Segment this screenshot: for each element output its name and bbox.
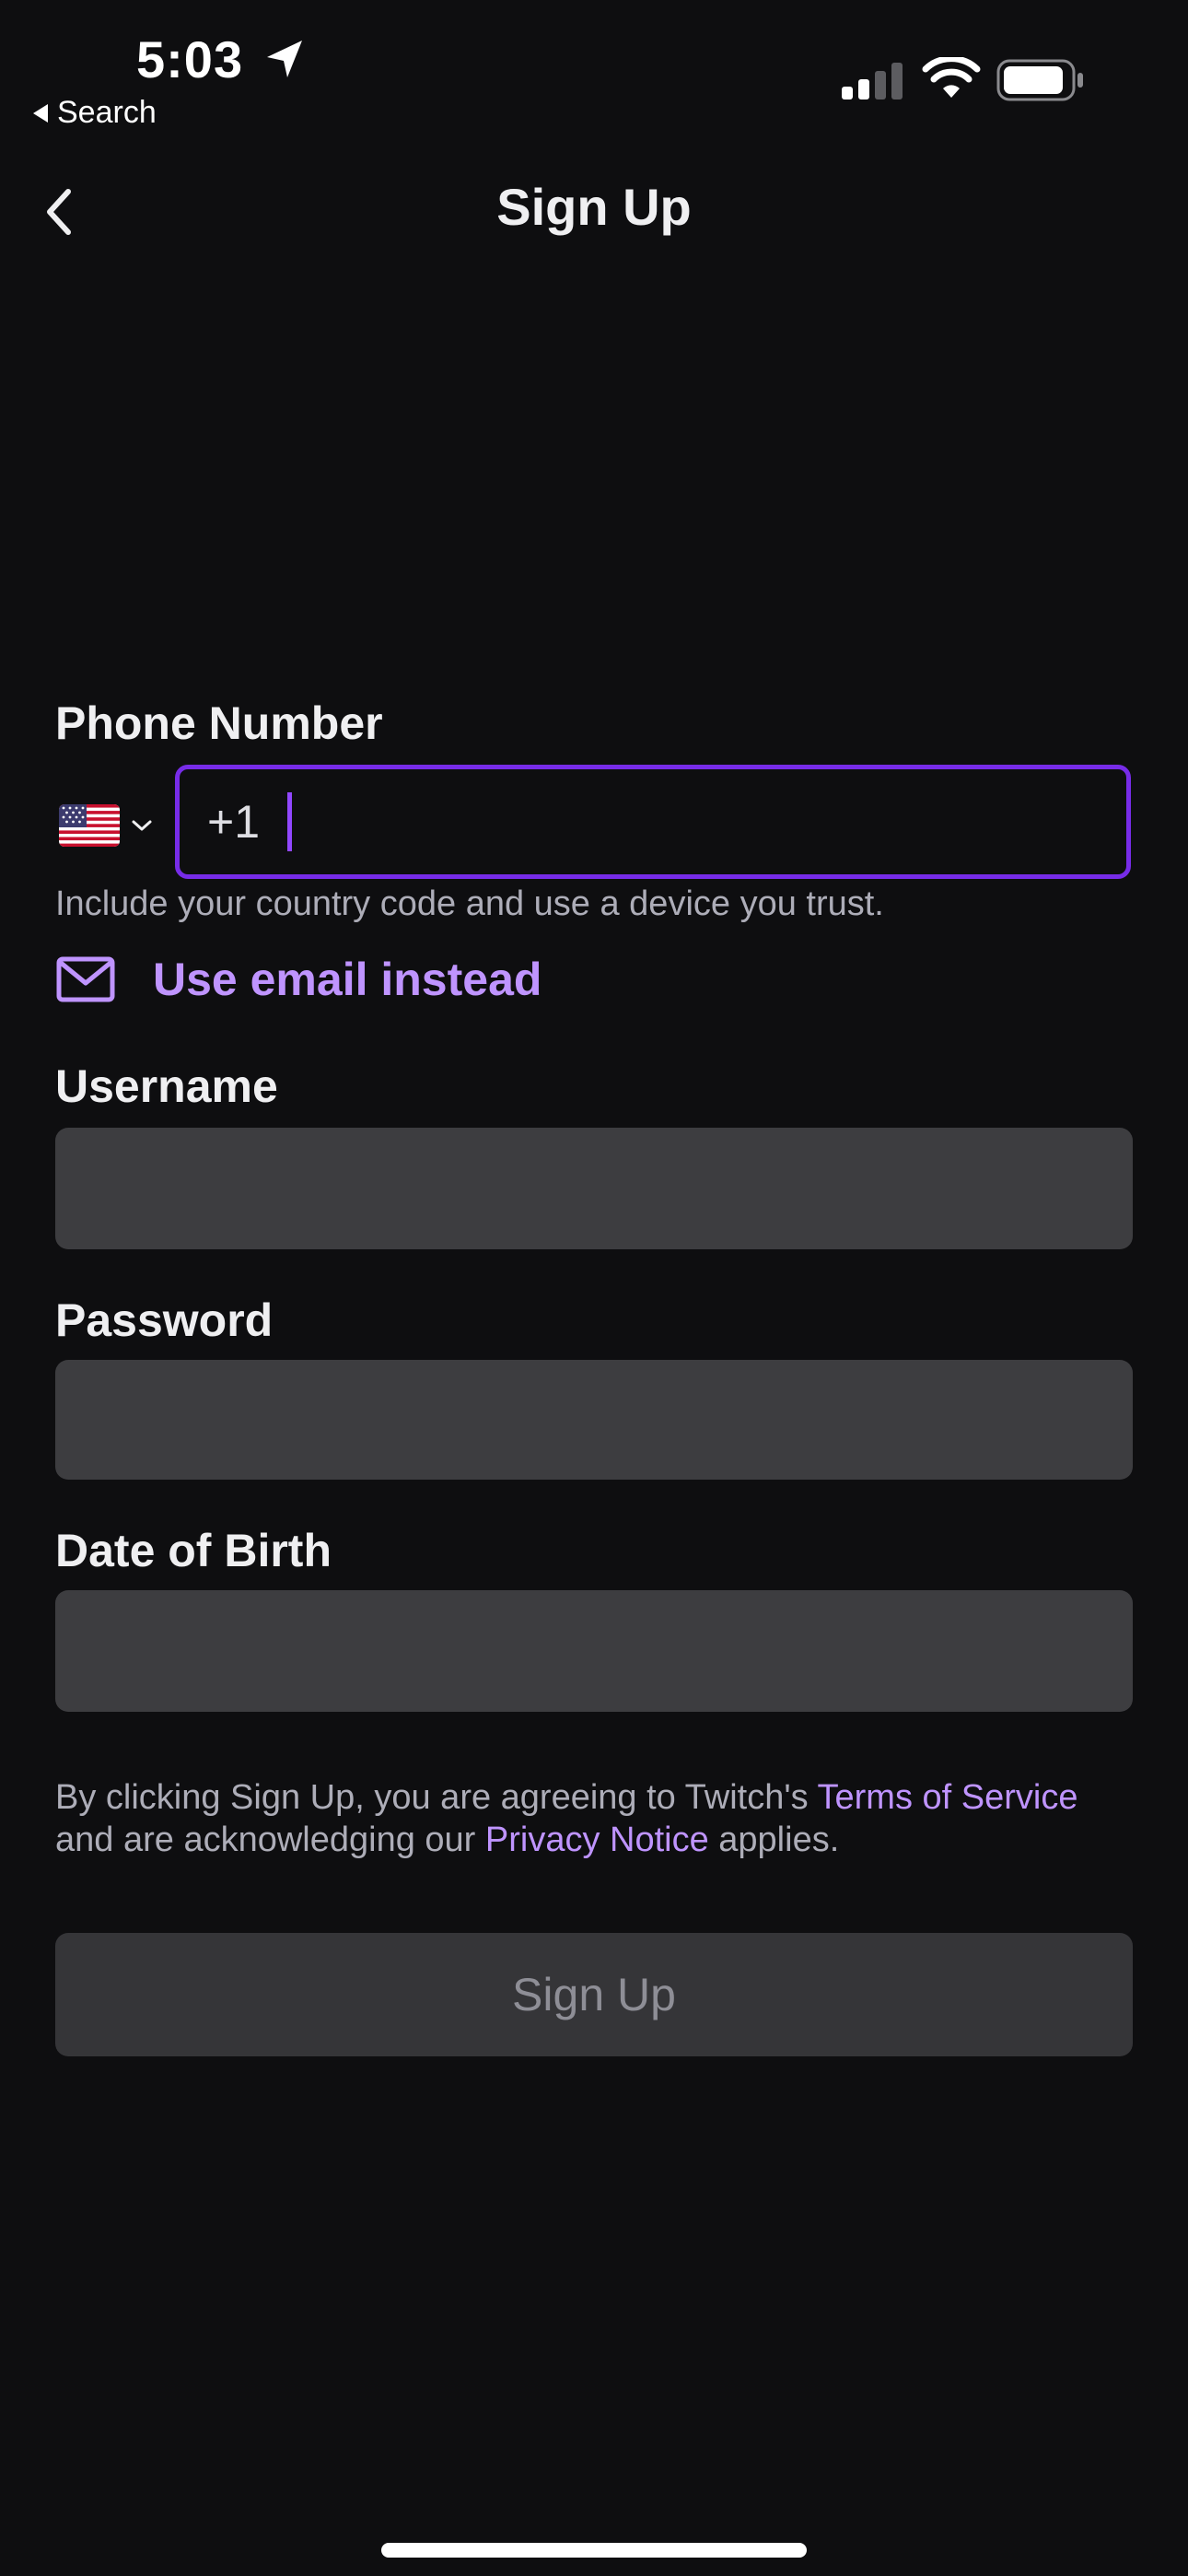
back-triangle-icon — [33, 103, 48, 123]
text-caret — [287, 792, 293, 851]
password-input[interactable] — [55, 1360, 1133, 1480]
us-flag-icon — [59, 804, 120, 847]
home-indicator[interactable] — [381, 2543, 807, 2558]
legal-middle: and are acknowledging our — [55, 1821, 485, 1859]
back-to-app-link[interactable]: Search — [33, 95, 157, 131]
chevron-down-icon — [132, 820, 152, 831]
mail-icon — [56, 956, 115, 1002]
legal-prefix: By clicking Sign Up, you are agreeing to… — [55, 1778, 818, 1817]
page-title: Sign Up — [496, 178, 692, 236]
password-label: Password — [55, 1294, 274, 1346]
use-email-instead-button[interactable]: Use email instead — [55, 953, 542, 1006]
terms-of-service-link[interactable]: Terms of Service — [818, 1778, 1078, 1817]
back-to-app-label: Search — [57, 95, 157, 130]
username-input[interactable] — [55, 1128, 1133, 1249]
use-email-instead-label: Use email instead — [153, 954, 542, 1005]
location-arrow-icon — [267, 41, 302, 77]
status-time: 5:03 — [136, 30, 244, 88]
dob-input[interactable] — [55, 1590, 1133, 1712]
phone-number-input[interactable]: +1 — [175, 765, 1131, 879]
sign-up-button[interactable]: Sign Up — [55, 1933, 1133, 2056]
legal-suffix: applies. — [708, 1821, 840, 1859]
dial-code: +1 — [207, 796, 261, 848]
wifi-icon — [922, 57, 981, 98]
privacy-notice-link[interactable]: Privacy Notice — [485, 1821, 709, 1859]
phone-label: Phone Number — [55, 697, 383, 749]
username-label: Username — [55, 1060, 278, 1112]
country-code-selector[interactable] — [59, 800, 162, 851]
legal-text: By clicking Sign Up, you are agreeing to… — [55, 1776, 1142, 1861]
battery-icon — [996, 59, 1083, 101]
dob-label: Date of Birth — [55, 1525, 332, 1576]
cellular-signal-icon — [842, 63, 903, 100]
phone-hint: Include your country code and use a devi… — [55, 884, 884, 923]
